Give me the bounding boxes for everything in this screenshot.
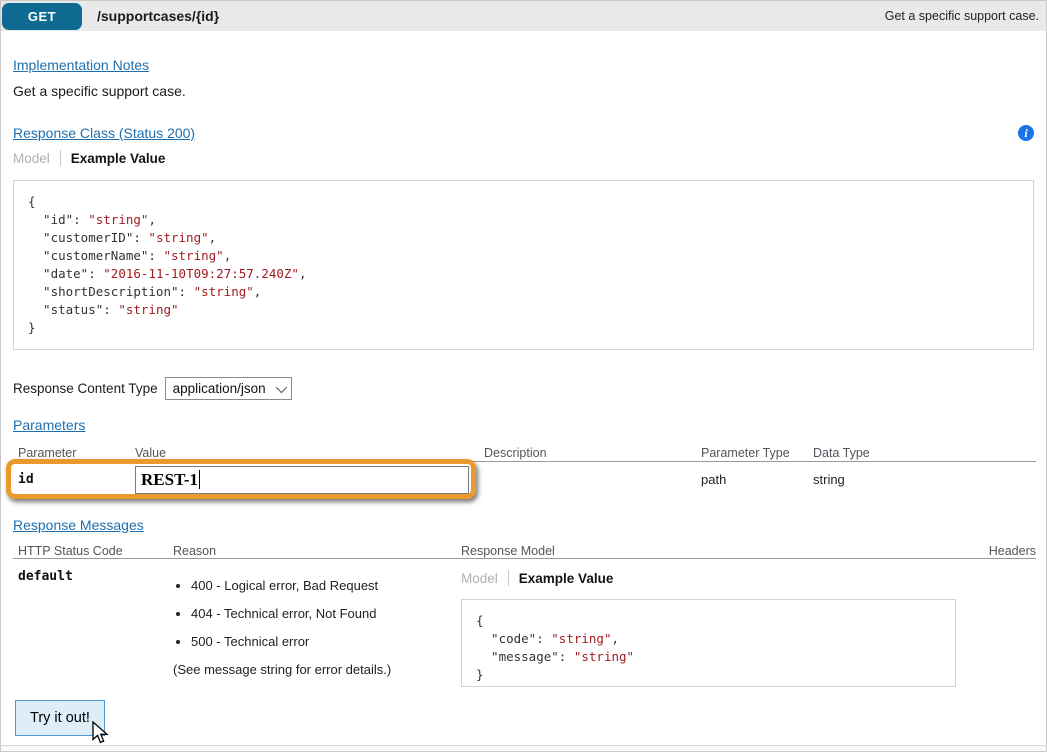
endpoint-path-link[interactable]: /supportcases/{id} — [97, 8, 219, 24]
tab-example-value[interactable]: Example Value — [71, 151, 166, 166]
operation-summary: Get a specific support case. — [885, 9, 1039, 23]
response-model-cell: Model Example Value { "code": "string", … — [456, 559, 976, 688]
param-id-input[interactable]: REST-1 — [135, 466, 469, 494]
headers-cell — [976, 559, 1036, 688]
col-response-model: Response Model — [456, 541, 976, 559]
text-caret — [199, 470, 200, 489]
response-example-code: { "id": "string", "customerID": "string"… — [13, 180, 1034, 350]
parameters-table-wrap: Parameter Value Description Parameter Ty… — [13, 443, 1034, 502]
parameters-table: Parameter Value Description Parameter Ty… — [13, 443, 1036, 502]
tab-model[interactable]: Model — [13, 151, 50, 166]
tab-divider — [60, 150, 61, 166]
col-value: Value — [130, 443, 479, 461]
col-parameter: Parameter — [13, 443, 130, 461]
col-reason: Reason — [168, 541, 456, 559]
response-class-link[interactable]: Response Class (Status 200) — [13, 125, 195, 141]
col-parameter-type: Parameter Type — [696, 443, 808, 461]
response-class-tabs: Model Example Value — [13, 150, 1034, 166]
table-row: default 400 - Logical error, Bad Request… — [13, 559, 1036, 688]
col-description: Description — [479, 443, 696, 461]
tab-model[interactable]: Model — [461, 571, 498, 586]
swagger-operation-panel: GET /supportcases/{id} Get a specific su… — [0, 0, 1047, 752]
implementation-notes-link[interactable]: Implementation Notes — [13, 57, 149, 73]
implementation-notes-text: Get a specific support case. — [13, 83, 1034, 99]
chevron-down-icon — [275, 381, 286, 392]
response-content-type-label: Response Content Type — [13, 381, 158, 396]
param-name: id — [13, 461, 130, 502]
tab-example-value[interactable]: Example Value — [519, 571, 614, 586]
table-row: id REST-1 path string — [13, 461, 1036, 502]
response-messages-link[interactable]: Response Messages — [13, 517, 144, 533]
reason-bullet-list: 400 - Logical error, Bad Request404 - Te… — [173, 578, 456, 649]
response-content-type-value: application/json — [173, 381, 266, 396]
operation-detail: Implementation Notes Get a specific supp… — [1, 31, 1046, 736]
response-content-type-select[interactable]: application/json — [165, 377, 292, 400]
error-example-code: { "code": "string", "message": "string" … — [461, 599, 956, 687]
status-code-cell: default — [13, 559, 168, 688]
info-icon[interactable]: i — [1018, 125, 1034, 141]
parameters-link[interactable]: Parameters — [13, 417, 85, 433]
response-messages-table: HTTP Status Code Reason Response Model H… — [13, 541, 1036, 688]
param-data-type: string — [808, 461, 1036, 502]
tab-divider — [508, 570, 509, 586]
reason-note: (See message string for error details.) — [173, 662, 456, 677]
page-bottom-edge — [1, 745, 1046, 751]
http-method-badge[interactable]: GET — [2, 3, 82, 30]
col-data-type: Data Type — [808, 443, 1036, 461]
param-id-value: REST-1 — [141, 470, 198, 490]
param-description — [479, 461, 696, 502]
reason-cell: 400 - Logical error, Bad Request404 - Te… — [168, 559, 456, 688]
error-model-tabs: Model Example Value — [461, 570, 976, 586]
try-it-out-button[interactable]: Try it out! — [15, 700, 105, 736]
response-messages-table-wrap: HTTP Status Code Reason Response Model H… — [13, 541, 1034, 688]
operation-header-bar: GET /supportcases/{id} Get a specific su… — [1, 1, 1046, 31]
col-http-status-code: HTTP Status Code — [13, 541, 168, 559]
col-headers: Headers — [976, 541, 1036, 559]
param-type: path — [696, 461, 808, 502]
